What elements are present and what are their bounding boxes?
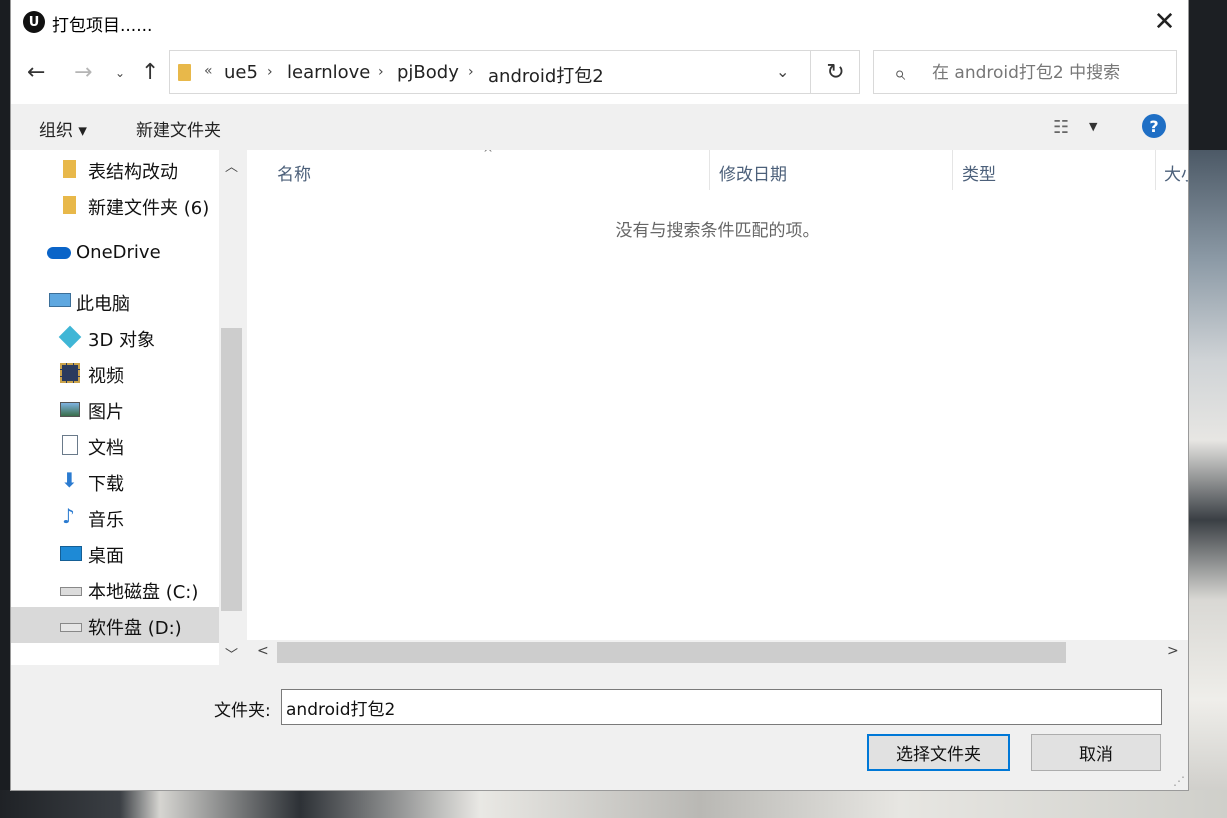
scroll-down-icon[interactable]: ﹀ xyxy=(225,644,238,663)
sidebar-item-pictures[interactable]: 图片 xyxy=(11,391,219,427)
window-title: 打包项目...... xyxy=(52,16,153,36)
scroll-up-icon[interactable]: ︿ xyxy=(225,156,238,175)
navigation-bar: ← → ⌄ ↑ « ue5 › learnlove › pjBody › and… xyxy=(11,44,1188,104)
sidebar-item-documents[interactable]: 文档 xyxy=(11,427,219,463)
sidebar-item-label: 下载 xyxy=(88,474,124,495)
cancel-button[interactable]: 取消 xyxy=(1031,734,1161,771)
sidebar-item-label: 此电脑 xyxy=(76,294,130,315)
breadcrumb-overflow-icon[interactable]: « xyxy=(204,63,213,79)
sidebar-item-label: 软件盘 (D:) xyxy=(88,618,182,639)
column-divider[interactable] xyxy=(709,150,710,190)
sidebar-item-local-disk-c[interactable]: 本地磁盘 (C:) xyxy=(11,571,219,607)
sidebar-item-software-disk-d[interactable]: 软件盘 (D:) xyxy=(11,607,219,643)
sidebar-item-videos[interactable]: 视频 xyxy=(11,355,219,391)
unreal-logo-icon: U xyxy=(23,11,45,33)
new-folder-button[interactable]: 新建文件夹 xyxy=(136,116,221,141)
drive-icon xyxy=(60,623,82,632)
breadcrumb-pjbody[interactable]: pjBody xyxy=(397,62,459,83)
file-list: ^ 名称 修改日期 类型 大小 没有与搜索条件匹配的项。 xyxy=(247,150,1188,640)
organize-menu-button[interactable]: 组织 ▾ xyxy=(39,116,87,141)
cube-icon xyxy=(58,325,82,349)
folder-name-input[interactable] xyxy=(281,689,1162,725)
folder-icon xyxy=(63,160,76,178)
column-header-type[interactable]: 类型 xyxy=(962,160,996,185)
scroll-right-icon[interactable]: > xyxy=(1167,643,1179,659)
select-folder-button[interactable]: 选择文件夹 xyxy=(867,734,1010,771)
sidebar-item-label: 新建文件夹 (6) xyxy=(88,198,210,219)
sidebar-item-3d-objects[interactable]: 3D 对象 xyxy=(11,319,219,355)
music-icon: ♪ xyxy=(62,504,75,528)
empty-folder-message: 没有与搜索条件匹配的项。 xyxy=(615,221,820,241)
breadcrumb-separator-icon[interactable]: › xyxy=(468,64,474,80)
cloud-icon xyxy=(47,247,71,259)
drive-c-icon xyxy=(60,587,82,596)
sidebar-item-label: 文档 xyxy=(88,438,124,459)
video-icon xyxy=(60,363,80,383)
command-toolbar: 组织 ▾ 新建文件夹 ☷ ▼ ? xyxy=(11,104,1188,150)
sidebar-item-label: 表结构改动 xyxy=(88,162,178,183)
refresh-button[interactable]: ↻ xyxy=(810,51,860,93)
sidebar-item-this-pc[interactable]: 此电脑 xyxy=(11,283,219,319)
sidebar-item-new-folder-6[interactable]: 新建文件夹 (6) xyxy=(11,187,219,223)
computer-icon xyxy=(49,293,71,307)
sidebar-item-label: 本地磁盘 (C:) xyxy=(88,582,199,603)
sidebar-item-table-changes[interactable]: 表结构改动 xyxy=(11,151,219,187)
up-arrow-icon[interactable]: ↑ xyxy=(141,60,159,85)
help-icon[interactable]: ? xyxy=(1142,114,1166,138)
background-bottom xyxy=(0,790,1227,818)
sidebar-item-label: 3D 对象 xyxy=(88,330,156,351)
address-history-dropdown-icon[interactable]: ⌄ xyxy=(776,62,789,81)
sidebar-item-downloads[interactable]: ⬇ 下载 xyxy=(11,463,219,499)
column-header-date-modified[interactable]: 修改日期 xyxy=(719,160,787,185)
close-button[interactable]: ✕ xyxy=(1141,0,1188,44)
folder-field-label: 文件夹: xyxy=(214,701,271,721)
sidebar-item-music[interactable]: ♪ 音乐 xyxy=(11,499,219,535)
breadcrumb-learnlove[interactable]: learnlove xyxy=(287,62,370,83)
sidebar-item-label: 视频 xyxy=(88,366,124,387)
file-list-horizontal-scrollbar[interactable]: < > xyxy=(247,640,1188,665)
sidebar-item-label: 音乐 xyxy=(88,510,124,531)
search-icon: ⌕ xyxy=(894,61,906,85)
recent-locations-chevron-icon[interactable]: ⌄ xyxy=(115,66,125,80)
breadcrumb-android[interactable]: android打包2 xyxy=(488,62,604,88)
folder-icon xyxy=(178,64,191,81)
resize-grip-icon[interactable]: ⋰ xyxy=(1173,774,1185,788)
search-box: ⌕ xyxy=(873,50,1177,94)
address-bar[interactable]: « ue5 › learnlove › pjBody › android打包2 … xyxy=(169,50,860,94)
picture-icon xyxy=(60,402,80,417)
navigation-pane-scrollbar[interactable]: ︿ ﹀ xyxy=(219,150,244,665)
view-options-icon[interactable]: ☷ xyxy=(1053,117,1069,138)
forward-arrow-icon[interactable]: → xyxy=(74,60,92,85)
column-divider[interactable] xyxy=(1155,150,1156,190)
view-options-dropdown-icon[interactable]: ▼ xyxy=(1089,120,1097,133)
scroll-left-icon[interactable]: < xyxy=(257,643,269,659)
sidebar-item-onedrive[interactable]: OneDrive xyxy=(11,235,219,271)
folder-picker-dialog: U 打包项目...... ✕ ← → ⌄ ↑ « ue5 › learnlove… xyxy=(11,0,1188,790)
sidebar-item-label: OneDrive xyxy=(76,242,161,263)
folder-icon xyxy=(63,196,76,214)
back-arrow-icon[interactable]: ← xyxy=(27,60,45,85)
navigation-pane: 表结构改动 新建文件夹 (6) OneDrive 此电脑 3D 对象 视频 图片 xyxy=(11,150,219,665)
sidebar-item-label: 桌面 xyxy=(88,546,124,567)
download-icon: ⬇ xyxy=(61,468,78,492)
column-header-size[interactable]: 大小 xyxy=(1164,160,1188,185)
scrollbar-thumb[interactable] xyxy=(221,328,242,611)
column-header-name[interactable]: 名称 xyxy=(277,160,311,185)
sidebar-item-label: 图片 xyxy=(88,402,124,423)
breadcrumb-ue5[interactable]: ue5 xyxy=(224,62,258,83)
background-left xyxy=(0,0,11,818)
search-input[interactable] xyxy=(932,61,1172,85)
desktop-icon xyxy=(60,546,82,561)
scrollbar-thumb[interactable] xyxy=(277,642,1066,663)
breadcrumb-separator-icon[interactable]: › xyxy=(267,64,273,80)
document-icon xyxy=(62,435,78,455)
column-divider[interactable] xyxy=(952,150,953,190)
title-bar: U 打包项目...... ✕ xyxy=(11,0,1188,44)
sort-ascending-icon: ^ xyxy=(483,150,494,160)
sidebar-item-desktop[interactable]: 桌面 xyxy=(11,535,219,571)
breadcrumb-separator-icon[interactable]: › xyxy=(378,64,384,80)
background-right xyxy=(1188,0,1227,818)
